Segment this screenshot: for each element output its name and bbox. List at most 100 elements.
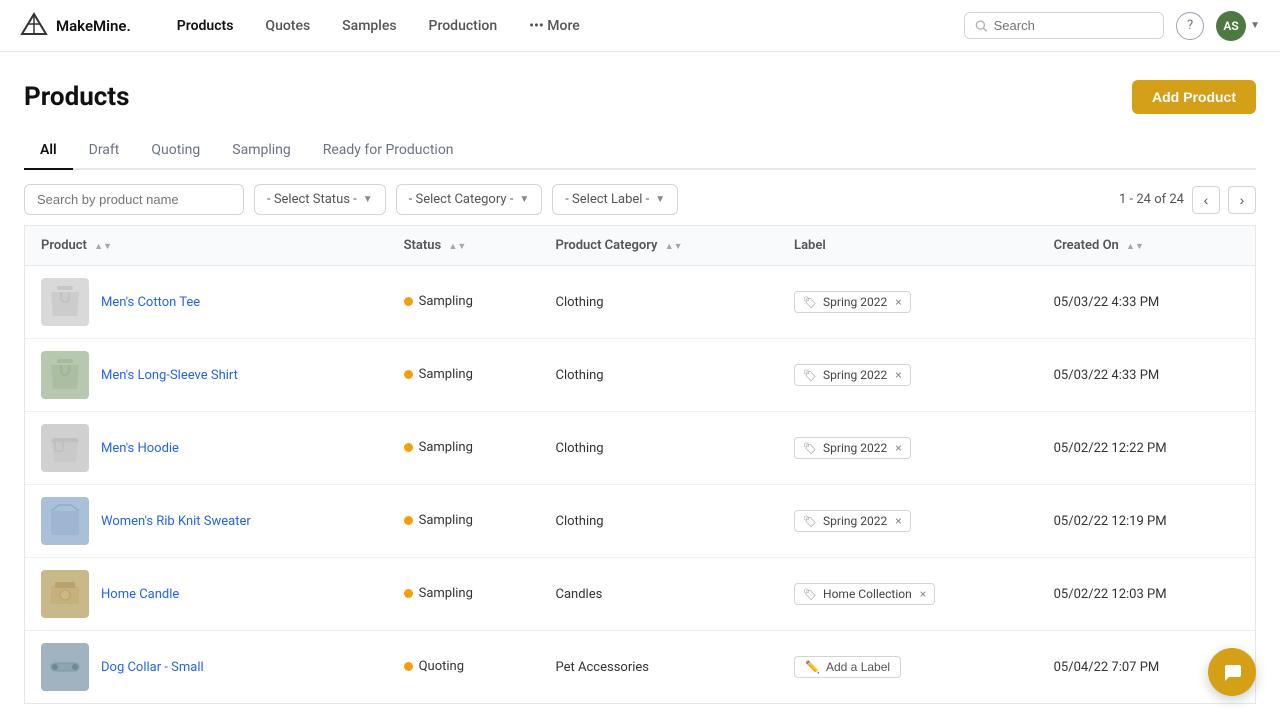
- product-cell-1: Men's Long-Sleeve Shirt: [25, 339, 388, 412]
- main-content: Products Add Product All Draft Quoting S…: [0, 52, 1280, 704]
- label-remove-button[interactable]: ×: [895, 368, 901, 382]
- navbar: MakeMine. Products Quotes Samples Produc…: [0, 0, 1280, 52]
- products-table: Product ▲▼ Status ▲▼ Product Category ▲▼: [25, 226, 1255, 703]
- created-sort[interactable]: ▲▼: [1126, 243, 1144, 252]
- label-text: Spring 2022: [823, 368, 887, 382]
- status-cell-3: Sampling: [388, 485, 540, 558]
- user-avatar-wrap[interactable]: AS ▼: [1216, 11, 1260, 41]
- status-dot-icon: [404, 443, 413, 452]
- product-name-link[interactable]: Men's Hoodie: [101, 441, 179, 456]
- label-tag[interactable]: 🏷 Spring 2022 ×: [794, 364, 911, 386]
- col-status[interactable]: Status ▲▼: [388, 226, 540, 266]
- created-text: 05/04/22 7:07 PM: [1054, 660, 1160, 675]
- category-text: Clothing: [556, 368, 604, 383]
- table-row: Men's Hoodie Sampling Clothing 🏷 Spring …: [25, 412, 1255, 485]
- category-cell-1: Clothing: [540, 339, 779, 412]
- label-remove-button[interactable]: ×: [895, 441, 901, 455]
- created-text: 05/02/22 12:19 PM: [1054, 514, 1167, 529]
- brand-logo[interactable]: MakeMine.: [20, 12, 131, 40]
- add-label-button[interactable]: ✏️ Add a Label: [794, 656, 901, 678]
- col-category[interactable]: Product Category ▲▼: [540, 226, 779, 266]
- category-text: Candles: [556, 587, 603, 602]
- status-sort[interactable]: ▲▼: [448, 243, 466, 252]
- label-caret: ▼: [655, 194, 665, 205]
- status-filter-label: - Select Status -: [267, 192, 357, 207]
- tab-quoting[interactable]: Quoting: [135, 134, 216, 170]
- tab-sampling[interactable]: Sampling: [216, 134, 306, 170]
- status-filter[interactable]: - Select Status - ▼: [254, 184, 386, 215]
- chat-bubble-button[interactable]: [1208, 648, 1256, 696]
- created-cell-1: 05/03/22 4:33 PM: [1038, 339, 1255, 412]
- created-cell-0: 05/03/22 4:33 PM: [1038, 266, 1255, 339]
- category-sort[interactable]: ▲▼: [665, 243, 683, 252]
- status-text: Sampling: [419, 294, 473, 309]
- product-sort[interactable]: ▲▼: [94, 243, 112, 252]
- col-created[interactable]: Created On ▲▼: [1038, 226, 1255, 266]
- global-search-input[interactable]: [994, 18, 1153, 33]
- label-cell-3: 🏷 Spring 2022 ×: [778, 485, 1038, 558]
- label-remove-button[interactable]: ×: [895, 514, 901, 528]
- label-cell-2: 🏷 Spring 2022 ×: [778, 412, 1038, 485]
- pagination-next[interactable]: ›: [1228, 186, 1256, 214]
- tag-icon: 🏷: [803, 296, 817, 309]
- label-remove-button[interactable]: ×: [895, 295, 901, 309]
- product-name-link[interactable]: Men's Long-Sleeve Shirt: [101, 368, 238, 383]
- category-cell-5: Pet Accessories: [540, 631, 779, 704]
- tab-ready-for-production[interactable]: Ready for Production: [307, 134, 470, 170]
- pencil-icon: ✏️: [805, 660, 820, 674]
- category-cell-3: Clothing: [540, 485, 779, 558]
- label-filter[interactable]: - Select Label - ▼: [552, 184, 678, 215]
- nav-more[interactable]: ••• More: [515, 12, 594, 40]
- tab-all[interactable]: All: [24, 134, 73, 170]
- product-thumb: [41, 278, 89, 326]
- nav-quotes[interactable]: Quotes: [251, 12, 324, 40]
- status-cell-0: Sampling: [388, 266, 540, 339]
- label-remove-button[interactable]: ×: [920, 587, 926, 601]
- product-cell-2: Men's Hoodie: [25, 412, 388, 485]
- nav-samples[interactable]: Samples: [328, 12, 410, 40]
- nav-production[interactable]: Production: [415, 12, 512, 40]
- label-cell-4: 🏷 Home Collection ×: [778, 558, 1038, 631]
- help-button[interactable]: ?: [1176, 12, 1204, 40]
- add-product-button[interactable]: Add Product: [1132, 80, 1256, 114]
- category-text: Pet Accessories: [556, 660, 649, 675]
- category-caret: ▼: [519, 194, 529, 205]
- label-cell-5: ✏️ Add a Label: [778, 631, 1038, 704]
- product-name-link[interactable]: Home Candle: [101, 587, 179, 602]
- pagination-prev[interactable]: ‹: [1192, 186, 1220, 214]
- label-tag[interactable]: 🏷 Spring 2022 ×: [794, 437, 911, 459]
- label-tag[interactable]: 🏷 Spring 2022 ×: [794, 510, 911, 532]
- table-row: Women's Rib Knit Sweater Sampling Clothi…: [25, 485, 1255, 558]
- category-filter[interactable]: - Select Category - ▼: [396, 184, 543, 215]
- tab-draft[interactable]: Draft: [73, 134, 136, 170]
- main-nav: Products Quotes Samples Production ••• M…: [163, 12, 964, 40]
- status-caret: ▼: [363, 194, 373, 205]
- label-tag[interactable]: 🏷 Home Collection ×: [794, 583, 935, 605]
- col-product[interactable]: Product ▲▼: [25, 226, 388, 266]
- navbar-right: ? AS ▼: [964, 11, 1260, 41]
- created-cell-2: 05/02/22 12:22 PM: [1038, 412, 1255, 485]
- status-dot-icon: [404, 589, 413, 598]
- category-cell-0: Clothing: [540, 266, 779, 339]
- status-dot-icon: [404, 370, 413, 379]
- category-text: Clothing: [556, 514, 604, 529]
- page-header: Products Add Product: [24, 80, 1256, 114]
- label-tag[interactable]: 🏷 Spring 2022 ×: [794, 291, 911, 313]
- product-name-link[interactable]: Men's Cotton Tee: [101, 295, 200, 310]
- product-thumb: [41, 351, 89, 399]
- status-text: Quoting: [419, 659, 464, 674]
- global-search-box[interactable]: [964, 12, 1164, 39]
- product-name-link[interactable]: Women's Rib Knit Sweater: [101, 514, 251, 529]
- table-scroll[interactable]: Product ▲▼ Status ▲▼ Product Category ▲▼: [25, 226, 1255, 703]
- status-cell-2: Sampling: [388, 412, 540, 485]
- nav-products[interactable]: Products: [163, 12, 248, 40]
- product-search-input[interactable]: [24, 184, 244, 215]
- pagination-info: 1 - 24 of 24 ‹ ›: [1119, 186, 1256, 214]
- page-title: Products: [24, 82, 129, 112]
- product-tabs: All Draft Quoting Sampling Ready for Pro…: [24, 134, 1256, 170]
- label-filter-label: - Select Label -: [565, 192, 649, 207]
- table-row: Men's Cotton Tee Sampling Clothing 🏷 Spr…: [25, 266, 1255, 339]
- status-cell-4: Sampling: [388, 558, 540, 631]
- product-thumb: [41, 497, 89, 545]
- product-name-link[interactable]: Dog Collar - Small: [101, 660, 204, 675]
